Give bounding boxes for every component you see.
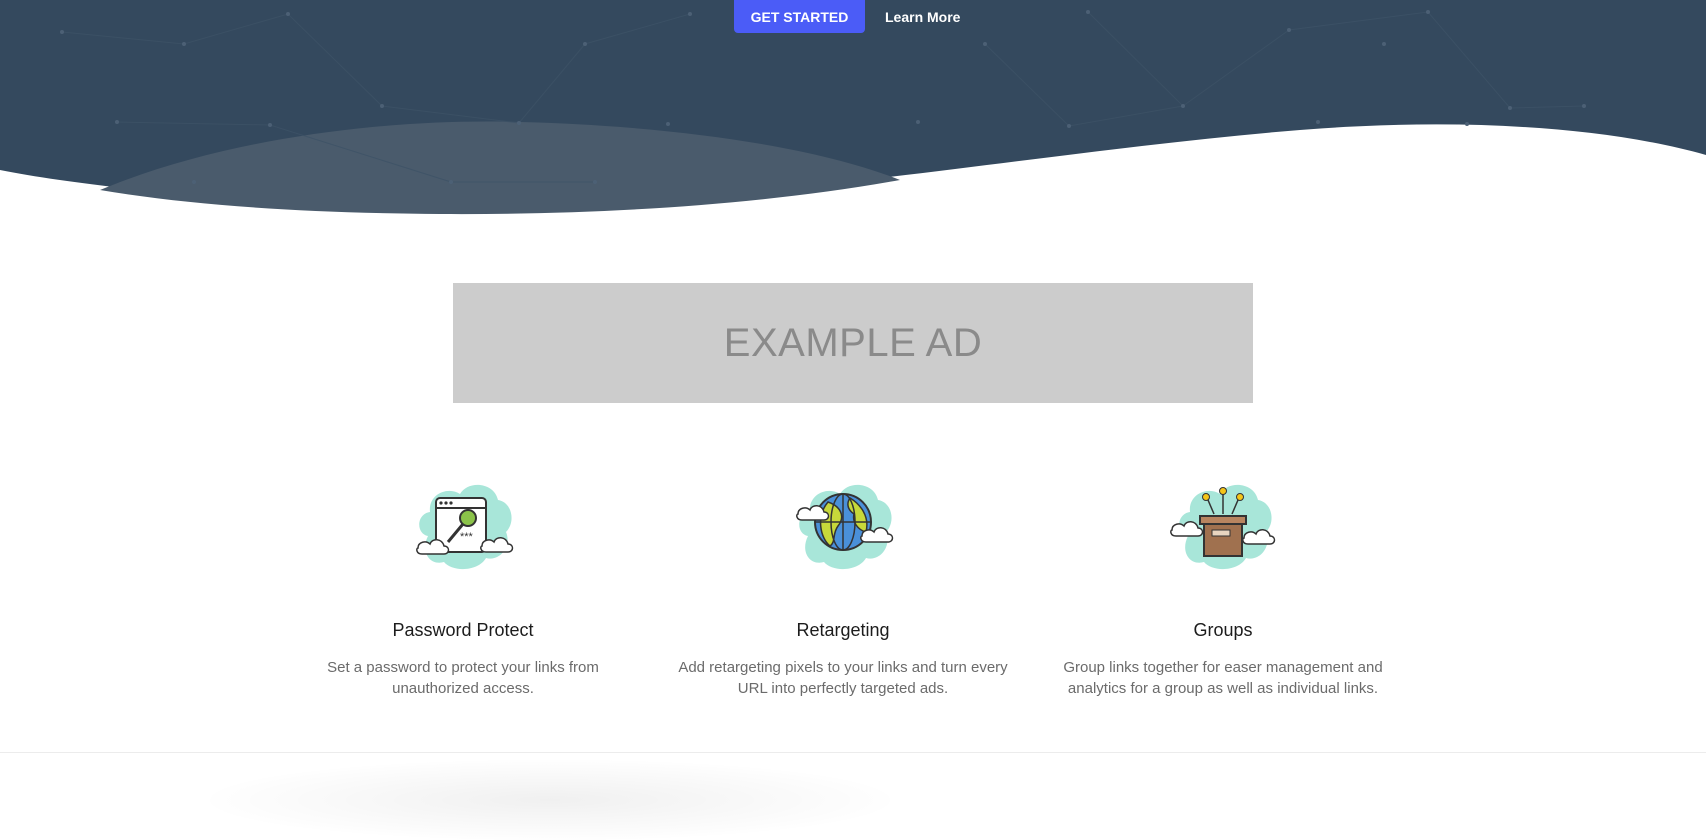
box-group-icon <box>1168 476 1278 572</box>
feature-groups: Groups Group links together for easer ma… <box>1038 476 1408 699</box>
ad-label: EXAMPLE AD <box>723 320 983 365</box>
learn-more-link[interactable]: Learn More <box>885 9 960 25</box>
hero-background <box>0 0 1706 220</box>
feature-title: Password Protect <box>392 620 534 640</box>
globe-icon <box>788 476 898 572</box>
hero-section: GET STARTED Learn More <box>0 0 1706 220</box>
ad-banner[interactable]: EXAMPLE AD <box>453 283 1253 403</box>
feature-retargeting: Retargeting Add retargeting pixels to yo… <box>658 476 1028 699</box>
feature-description: Set a password to protect your links fro… <box>327 659 599 697</box>
next-section-shadow <box>210 760 890 840</box>
feature-description: Add retargeting pixels to your links and… <box>678 659 1008 697</box>
feature-title: Groups <box>1193 620 1253 640</box>
password-key-icon: *** <box>408 476 518 572</box>
svg-text:***: *** <box>460 531 474 543</box>
feature-password-protect: *** Password Protect Set a password to p… <box>278 476 648 699</box>
get-started-button[interactable]: GET STARTED <box>734 0 865 33</box>
hero-actions: GET STARTED Learn More <box>734 0 960 33</box>
feature-description: Group links together for easer managemen… <box>1063 659 1383 697</box>
feature-title: Retargeting <box>796 620 890 640</box>
section-divider <box>0 752 1706 753</box>
